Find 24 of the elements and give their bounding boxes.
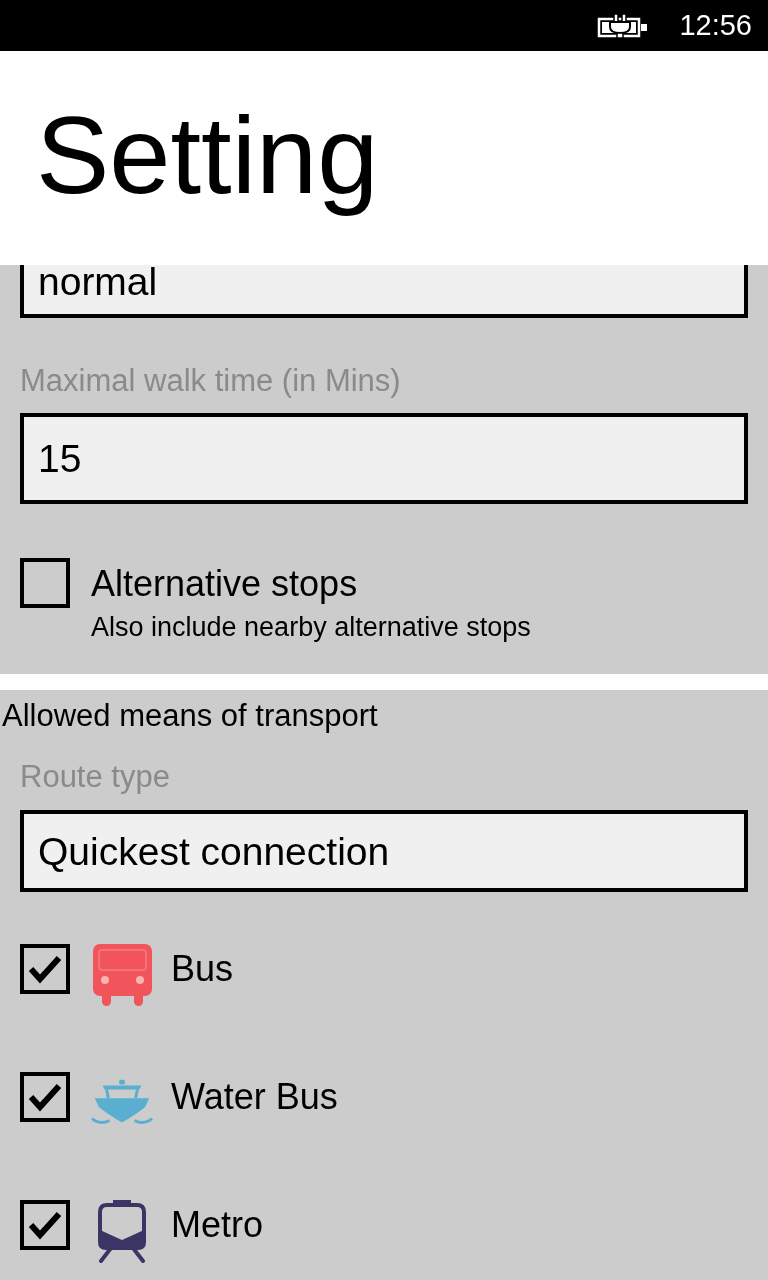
checkbox[interactable]: [20, 1200, 70, 1250]
checkbox[interactable]: [20, 558, 70, 608]
boat-icon: [91, 1079, 153, 1127]
page-title: Setting: [36, 92, 379, 218]
transport-label: Metro: [171, 1204, 264, 1246]
field-label: Route type: [20, 759, 171, 795]
section-title: Allowed means of transport: [1, 698, 378, 734]
checkbox-description: Also include nearby alternative stops: [91, 612, 531, 642]
battery-charging-icon: [597, 13, 650, 38]
field-label: Maximal walk time (in Mins): [20, 363, 402, 399]
picker-field[interactable]: normal: [20, 265, 748, 318]
checkmark-icon: [28, 1082, 62, 1112]
checkmark-icon: [28, 1210, 62, 1240]
transport-label: Bus: [171, 948, 234, 990]
bus-icon: [92, 944, 152, 1006]
walk-time-field[interactable]: 15: [20, 413, 748, 504]
checkbox[interactable]: [20, 1072, 70, 1122]
transport-label: Water Bus: [171, 1076, 338, 1118]
status-time: 12:56: [679, 11, 752, 40]
checkbox[interactable]: [20, 944, 70, 994]
route-type-picker[interactable]: Quickest connection: [20, 810, 748, 892]
checkbox-label: Alternative stops: [91, 563, 359, 605]
train-icon: [98, 1200, 146, 1263]
checkmark-icon: [28, 954, 62, 984]
